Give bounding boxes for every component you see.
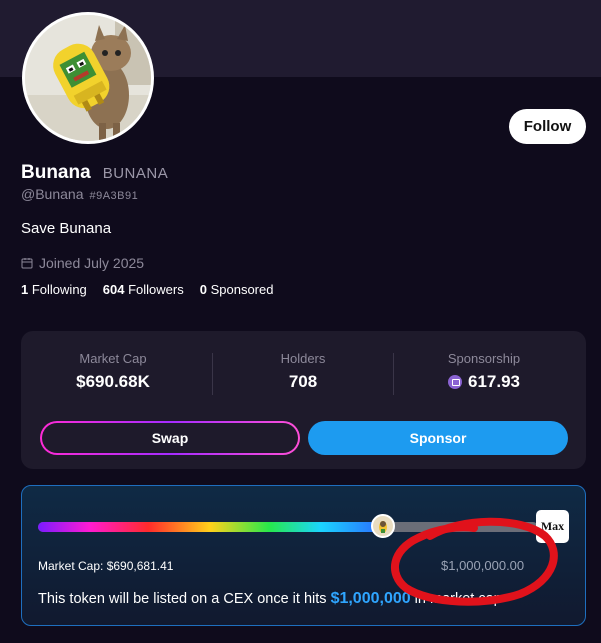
cex-listing-note: This token will be listed on a CEX once … — [38, 590, 502, 608]
profile-avatar[interactable] — [22, 12, 154, 144]
user-handle: @Bunana — [21, 186, 84, 202]
swap-button-label: Swap — [42, 423, 298, 453]
social-stats: 1 Following 604 Followers 0 Sponsored — [21, 282, 273, 297]
followers-count: 604 — [102, 282, 125, 297]
swap-button[interactable]: Swap — [40, 421, 300, 455]
sponsorship-value-row: 617.93 — [394, 372, 574, 392]
holders-metric: Holders 708 — [213, 351, 393, 392]
sponsored-label: Sponsored — [210, 282, 274, 297]
holders-label: Holders — [280, 351, 326, 366]
followers-stat[interactable]: 604 Followers — [103, 282, 184, 297]
progress-fill — [38, 522, 384, 532]
market-cap-progress-bar — [38, 514, 538, 538]
profile-bio: Save Bunana — [21, 220, 112, 237]
max-target-badge: Max — [536, 510, 569, 543]
user-hash-id: #9A3B91 — [89, 190, 139, 202]
market-cap-metric: Market Cap $690.68K — [23, 351, 203, 392]
joined-date: Joined July 2025 — [21, 255, 144, 271]
cex-target-amount: $1,000,000 — [330, 590, 411, 607]
following-count: 1 — [21, 282, 29, 297]
avatar-image — [25, 15, 151, 141]
sponsored-count: 0 — [199, 282, 207, 297]
listing-progress-card: Max Market Cap: $690,681.41 $1,000,000.0… — [21, 485, 586, 626]
sponsored-stat[interactable]: 0 Sponsored — [200, 282, 274, 297]
calendar-icon — [21, 257, 33, 269]
token-ticker: BUNANA — [102, 165, 169, 182]
follow-button[interactable]: Follow — [509, 109, 586, 144]
sponsorship-label: Sponsorship — [447, 351, 521, 366]
sponsor-button[interactable]: Sponsor — [308, 421, 568, 455]
sponsorship-coin-icon — [448, 375, 462, 389]
sponsorship-metric: Sponsorship 617.93 — [394, 351, 574, 392]
holders-value: 708 — [288, 372, 318, 391]
cex-note-prefix: This token will be listed on a CEX once … — [38, 591, 327, 607]
sponsorship-value: 617.93 — [468, 372, 520, 391]
joined-text: Joined July 2025 — [39, 255, 145, 271]
market-cap-value: $690.68K — [76, 372, 150, 391]
handle-row: @Bunana #9A3B91 — [21, 186, 138, 202]
name-row: Bunana BUNANA — [21, 162, 168, 184]
token-avatar-icon — [371, 514, 396, 538]
cex-note-suffix: in market cap — [414, 591, 502, 607]
token-metrics-card: Market Cap $690.68K Holders 708 Sponsors… — [21, 331, 586, 469]
display-name: Bunana — [21, 162, 91, 183]
following-stat[interactable]: 1 Following — [21, 282, 87, 297]
current-market-cap: Market Cap: $690,681.41 — [38, 559, 174, 573]
target-market-cap: $1,000,000.00 — [441, 558, 525, 573]
following-label: Following — [31, 282, 87, 297]
market-cap-label: Market Cap — [79, 351, 147, 366]
followers-label: Followers — [128, 282, 184, 297]
